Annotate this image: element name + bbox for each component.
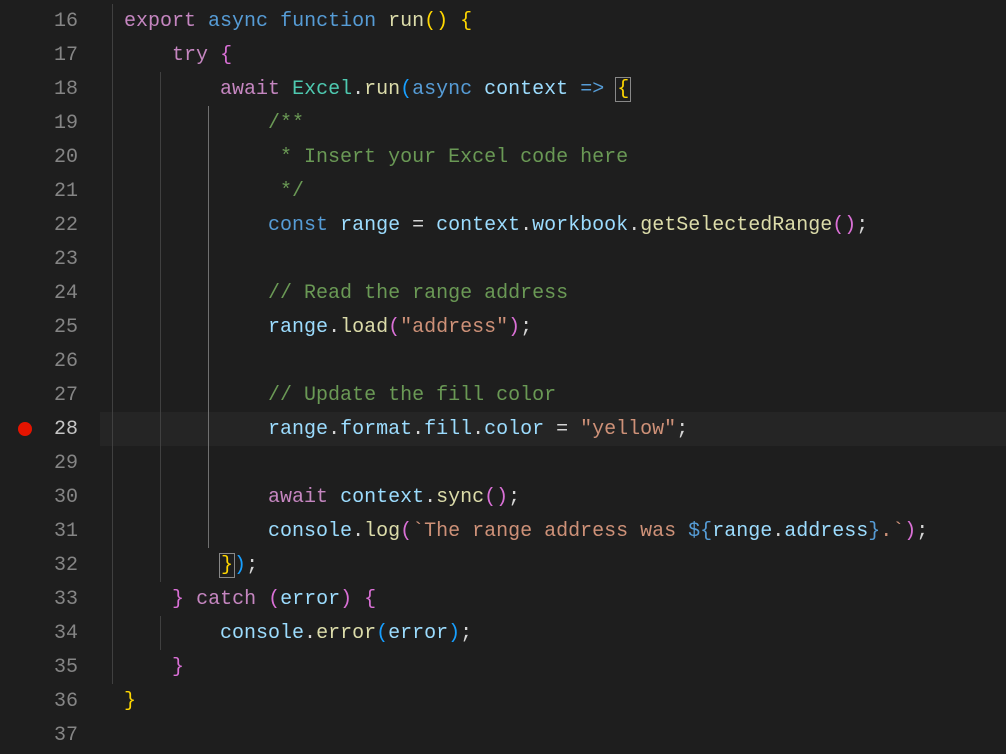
indent-guide — [160, 514, 161, 548]
code-line[interactable]: range.format.fill.color = "yellow"; — [100, 412, 1006, 446]
indent-guide — [160, 446, 161, 480]
indent-guide — [112, 140, 113, 174]
indent-guide — [112, 4, 113, 38]
indent-guide — [208, 412, 209, 446]
indent-guide — [112, 344, 113, 378]
indent-guide — [208, 140, 209, 174]
indent-guide — [112, 446, 113, 480]
code-line[interactable] — [100, 446, 1006, 480]
line-number[interactable]: 35 — [0, 650, 100, 684]
code-line[interactable]: await Excel.run(async context => { — [100, 72, 1006, 106]
line-number[interactable]: 25 — [0, 310, 100, 344]
indent-guide — [112, 548, 113, 582]
indent-guide — [208, 480, 209, 514]
code-line[interactable]: await context.sync(); — [100, 480, 1006, 514]
indent-guide — [208, 242, 209, 276]
line-number[interactable]: 36 — [0, 684, 100, 718]
indent-guide — [160, 310, 161, 344]
code-line[interactable] — [100, 718, 1006, 752]
code-line[interactable]: try { — [100, 38, 1006, 72]
indent-guide — [160, 140, 161, 174]
indent-guide — [160, 72, 161, 106]
indent-guide — [208, 310, 209, 344]
indent-guide — [112, 582, 113, 616]
line-number[interactable]: 20 — [0, 140, 100, 174]
code-line[interactable]: const range = context.workbook.getSelect… — [100, 208, 1006, 242]
indent-guide — [112, 650, 113, 684]
indent-guide — [160, 208, 161, 242]
line-number[interactable]: 26 — [0, 344, 100, 378]
indent-guide — [208, 174, 209, 208]
line-number[interactable]: 30 — [0, 480, 100, 514]
code-line[interactable]: export async function run() { — [100, 4, 1006, 38]
code-line[interactable]: // Update the fill color — [100, 378, 1006, 412]
code-line[interactable]: range.load("address"); — [100, 310, 1006, 344]
breakpoint-icon[interactable] — [18, 422, 32, 436]
indent-guide — [112, 514, 113, 548]
indent-guide — [112, 616, 113, 650]
indent-guide — [112, 242, 113, 276]
indent-guide — [160, 106, 161, 140]
indent-guide — [112, 106, 113, 140]
indent-guide — [112, 310, 113, 344]
indent-guide — [112, 276, 113, 310]
code-line[interactable] — [100, 242, 1006, 276]
indent-guide — [112, 38, 113, 72]
line-number[interactable]: 18 — [0, 72, 100, 106]
code-area[interactable]: export async function run() { try { awai… — [100, 0, 1006, 754]
indent-guide — [112, 412, 113, 446]
line-number[interactable]: 23 — [0, 242, 100, 276]
indent-guide — [160, 616, 161, 650]
indent-guide — [208, 446, 209, 480]
indent-guide — [160, 174, 161, 208]
indent-guide — [160, 378, 161, 412]
indent-guide — [208, 344, 209, 378]
code-line[interactable]: } — [100, 684, 1006, 718]
code-editor[interactable]: 16 17 18 19 20 21 22 23 24 25 26 27 28 2… — [0, 0, 1006, 754]
code-line[interactable]: } — [100, 650, 1006, 684]
code-line[interactable] — [100, 344, 1006, 378]
line-number[interactable]: 31 — [0, 514, 100, 548]
indent-guide — [112, 72, 113, 106]
line-number[interactable]: 34 — [0, 616, 100, 650]
indent-guide — [208, 276, 209, 310]
indent-guide — [160, 548, 161, 582]
code-line[interactable]: /** — [100, 106, 1006, 140]
indent-guide — [208, 514, 209, 548]
line-number[interactable]: 28 — [0, 412, 100, 446]
indent-guide — [112, 174, 113, 208]
indent-guide — [208, 378, 209, 412]
line-number[interactable]: 22 — [0, 208, 100, 242]
line-number[interactable]: 24 — [0, 276, 100, 310]
indent-guide — [208, 106, 209, 140]
line-number[interactable]: 37 — [0, 718, 100, 752]
line-number[interactable]: 29 — [0, 446, 100, 480]
code-line[interactable]: } catch (error) { — [100, 582, 1006, 616]
indent-guide — [112, 378, 113, 412]
line-number[interactable]: 27 — [0, 378, 100, 412]
line-number[interactable]: 19 — [0, 106, 100, 140]
code-line[interactable]: * Insert your Excel code here — [100, 140, 1006, 174]
indent-guide — [160, 344, 161, 378]
code-line[interactable]: console.log(`The range address was ${ran… — [100, 514, 1006, 548]
indent-guide — [160, 412, 161, 446]
indent-guide — [160, 480, 161, 514]
indent-guide — [112, 208, 113, 242]
indent-guide — [112, 480, 113, 514]
code-line[interactable]: console.error(error); — [100, 616, 1006, 650]
line-number[interactable]: 33 — [0, 582, 100, 616]
code-line[interactable]: }); — [100, 548, 1006, 582]
indent-guide — [160, 242, 161, 276]
code-line[interactable]: */ — [100, 174, 1006, 208]
line-number[interactable]: 32 — [0, 548, 100, 582]
code-line[interactable]: // Read the range address — [100, 276, 1006, 310]
indent-guide — [160, 276, 161, 310]
line-number[interactable]: 17 — [0, 38, 100, 72]
line-number[interactable]: 21 — [0, 174, 100, 208]
gutter[interactable]: 16 17 18 19 20 21 22 23 24 25 26 27 28 2… — [0, 0, 100, 754]
line-number[interactable]: 16 — [0, 4, 100, 38]
indent-guide — [208, 208, 209, 242]
